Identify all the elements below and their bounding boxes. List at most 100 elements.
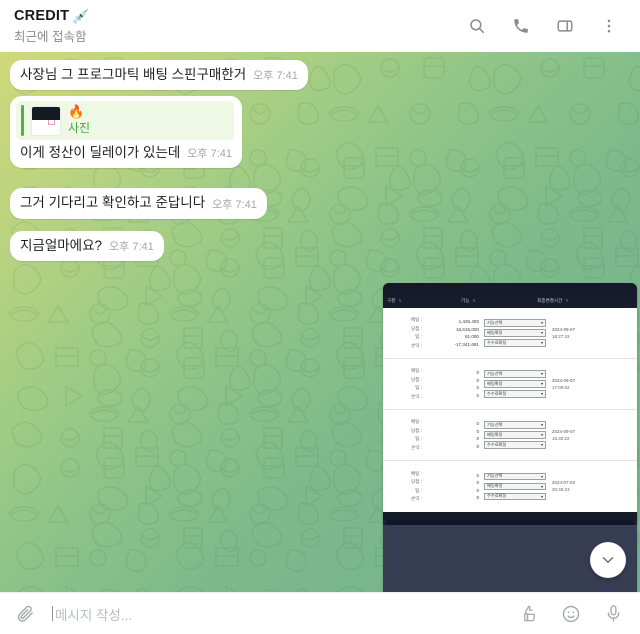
sort-icon: ⇅	[472, 298, 476, 304]
screenshot-divider-bar	[383, 511, 637, 520]
row-value: 0	[476, 480, 479, 486]
row-time: 20:45:23	[552, 487, 570, 493]
message-bubble-with-reply[interactable]: 🔥 사진 이게 정산이 딜레이가 있는데 오후 7:41	[10, 96, 243, 169]
chat-header: CREDIT 💉 최근에 접속함	[0, 0, 640, 52]
row-label: 손익 :	[411, 342, 422, 348]
row-date: 2024-07-03	[552, 480, 576, 486]
row-label: 배팅 :	[411, 419, 422, 425]
select-label: 배팅확정	[487, 380, 503, 386]
phone-icon[interactable]	[510, 15, 532, 37]
select-label: 배팅확정	[487, 483, 503, 489]
select-fee-confirm[interactable]: 수수료확정 ▾	[484, 441, 546, 449]
table-row[interactable]: 배팅 : 당첨 : 팁 : 손익 : 0 0 0 0 기능선택 ▾ 배팅확정 ▾…	[383, 410, 637, 461]
chevron-down-icon: ▾	[540, 432, 543, 438]
row-label: 팁 :	[415, 487, 422, 493]
page-title: CREDIT	[14, 7, 70, 24]
row-date: 2024-09-07	[552, 326, 576, 332]
fire-icon: 🔥	[68, 104, 85, 120]
syringe-icon: 💉	[72, 7, 90, 24]
select-fee-confirm[interactable]: 수수료확정 ▾	[484, 390, 546, 398]
select-label: 배팅확정	[487, 431, 503, 437]
message-bubble[interactable]: 사장님 그 프로그마틱 배팅 스핀구매한거 오후 7:41	[10, 60, 308, 91]
chevron-down-icon: ▾	[540, 483, 543, 489]
sticker-icon[interactable]	[518, 603, 540, 625]
photo-thumbnail[interactable]	[31, 105, 61, 136]
row-label: 당첨 :	[411, 325, 422, 331]
select-bet-confirm[interactable]: 배팅확정 ▾	[484, 380, 546, 388]
row-value: 0	[476, 377, 479, 383]
chevron-down-icon: ▾	[540, 391, 543, 397]
text-cursor	[52, 606, 53, 621]
select-fee-confirm[interactable]: 수수료확정 ▾	[484, 492, 546, 501]
microphone-icon[interactable]	[602, 603, 624, 625]
message-input[interactable]: 메시지 작성...	[48, 604, 506, 624]
row-value: 0	[476, 428, 479, 434]
select-label: 기능선택	[487, 319, 503, 325]
header-col-2: 기능 ⇅	[451, 298, 529, 304]
row-values: 1,425,400 16,615,000 81,000 -17,341,681	[422, 319, 484, 347]
row-label: 배팅 :	[411, 470, 422, 476]
chevron-down-icon: ▾	[540, 422, 543, 428]
message-timestamp: 오후 7:41	[187, 148, 233, 161]
row-selects: 기능선택 ▾ 배팅확정 ▾ 수수료확정 ▾	[484, 370, 546, 398]
select-label: 기능선택	[487, 473, 503, 479]
select-function[interactable]: 기능선택 ▾	[484, 472, 546, 481]
message-bubble[interactable]: 그거 기다리고 확인하고 준답니다 오후 7:41	[10, 188, 267, 219]
table-row[interactable]: 배팅 : 당첨 : 팁 : 손익 : 0 0 0 0 기능선택 ▾ 배팅확정 ▾…	[383, 461, 637, 512]
header-col-2-label: 기능	[461, 297, 470, 303]
message-text: 그거 기다리고 확인하고 준답니다	[20, 195, 206, 211]
row-value: 0	[476, 370, 479, 376]
row-datetime: 2024-09-07 18:27:43	[546, 327, 633, 339]
message-composer: 메시지 작성...	[0, 592, 640, 634]
chat-status-subtitle: 최근에 접속함	[14, 29, 87, 44]
select-bet-confirm[interactable]: 배팅확정 ▾	[484, 329, 546, 337]
select-bet-confirm[interactable]: 배팅확정 ▾	[484, 482, 546, 491]
select-function[interactable]: 기능선택 ▾	[484, 370, 546, 378]
select-label: 기능선택	[487, 370, 503, 376]
chevron-down-icon: ▾	[540, 442, 543, 448]
select-function[interactable]: 기능선택 ▾	[484, 421, 546, 429]
row-value: 81,000	[464, 334, 479, 340]
header-col-1-label: 구분	[387, 297, 396, 303]
row-label: 손익 :	[411, 393, 422, 399]
row-label: 팁 :	[415, 334, 422, 340]
message-row: 그거 기다리고 확인하고 준답니다 오후 7:41	[0, 188, 640, 224]
search-icon[interactable]	[466, 15, 488, 37]
chevron-down-icon: ▾	[540, 473, 543, 479]
paperclip-icon[interactable]	[14, 603, 36, 625]
sidebar-panel-icon[interactable]	[554, 15, 576, 37]
chevron-down-icon: ▾	[540, 320, 543, 326]
row-time: 16:30:22	[552, 435, 570, 441]
reply-quote-photo[interactable]: 🔥 사진	[16, 101, 235, 141]
select-label: 기능선택	[487, 421, 503, 427]
row-value: 16,615,000	[456, 326, 479, 332]
select-label: 수수료확정	[487, 493, 507, 499]
reply-quote-label: 사진	[68, 121, 91, 136]
chevron-down-icon: ▾	[540, 340, 543, 346]
select-bet-confirm[interactable]: 배팅확정 ▾	[484, 431, 546, 439]
select-function[interactable]: 기능선택 ▾	[484, 319, 546, 327]
message-bubble[interactable]: 지금얼마에요? 오후 7:41	[10, 230, 164, 261]
scroll-to-bottom-button[interactable]	[590, 542, 626, 578]
sort-icon: ⇅	[398, 298, 402, 304]
screenshot-window-titlebar	[383, 282, 637, 294]
screenshot-table-header: 구분 ⇅ 기능 ⇅ 최종변경시간 ⇅	[383, 293, 637, 308]
select-fee-confirm[interactable]: 수수료확정 ▾	[484, 339, 546, 347]
row-values: 0 0 0 0	[422, 370, 484, 398]
message-timestamp: 오후 7:41	[253, 70, 298, 83]
composer-actions	[518, 603, 624, 625]
row-selects: 기능선택 ▾ 배팅확정 ▾ 수수료확정 ▾	[484, 319, 546, 347]
chat-message-area[interactable]: 사장님 그 프로그마틱 배팅 스핀구매한거 오후 7:41 🔥 사진 이게 정산…	[0, 52, 640, 592]
smiley-icon[interactable]	[560, 603, 582, 625]
table-row[interactable]: 배팅 : 당첨 : 팁 : 손익 : 0 0 0 0 기능선택 ▾ 배팅확정 ▾…	[383, 359, 637, 410]
row-value: 0	[476, 436, 479, 442]
row-value: 0	[476, 443, 479, 449]
row-label: 당첨 :	[411, 479, 422, 485]
more-vertical-icon[interactable]	[598, 15, 620, 37]
row-value: 0	[476, 495, 479, 501]
telegram-chat-window: CREDIT 💉 최근에 접속함 사장님 그 프로그마틱 배팅 스핀구매한거 오…	[0, 0, 640, 634]
row-label: 당첨 :	[411, 376, 422, 382]
row-datetime: 2024-09-07 17:09:52	[546, 378, 633, 390]
table-row[interactable]: 배팅 : 당첨 : 팁 : 손익 : 1,425,400 16,615,000 …	[383, 308, 637, 359]
chat-header-titles[interactable]: CREDIT 💉 최근에 접속함	[14, 8, 466, 45]
